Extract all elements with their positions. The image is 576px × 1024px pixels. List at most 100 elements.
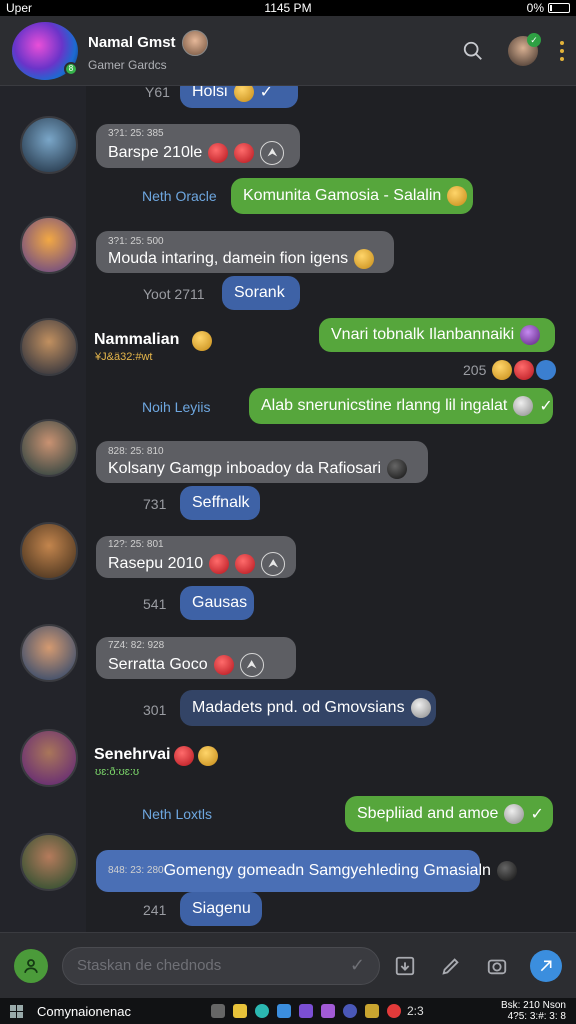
chat-header: 8 Namal Gmst Gamer Gardcs ✓ [0, 16, 576, 86]
tray-app-icon[interactable] [232, 1004, 247, 1018]
message-meta: 12?: 25: 801 [108, 538, 164, 550]
profile-avatar[interactable]: ✓ [508, 32, 541, 66]
tray-app-icon[interactable] [364, 1004, 379, 1018]
header-titles[interactable]: Namal Gmst Gamer Gardcs [88, 29, 208, 72]
emoji-icon [504, 804, 525, 824]
emoji-icon [354, 248, 375, 269]
avatar[interactable] [20, 833, 78, 891]
avatar[interactable] [20, 419, 78, 477]
sender-name: Neth Oracle [142, 188, 217, 204]
message-bubble[interactable]: Holsi ✓ [180, 86, 298, 108]
message-bubble[interactable]: 12?: 25: 801 Rasepu 2010 ⮝ [96, 536, 296, 578]
emoji-icon [496, 861, 517, 881]
message-timestamp: 241 [143, 902, 167, 918]
message-text: Holsi [192, 86, 228, 100]
message-text: Barspe 210le [108, 143, 203, 161]
status-right: 0% [527, 1, 570, 15]
send-icon[interactable] [530, 949, 562, 982]
emoji-icon [514, 360, 534, 380]
message-bubble[interactable]: Gausas [180, 586, 254, 620]
taskbar-label[interactable]: Comynaionenac [37, 1004, 131, 1019]
message-text: Vnari tobnalk Ilanbannaiki [331, 326, 515, 343]
message-bubble[interactable]: 3?1: 25: 500 Mouda intaring, damein fion… [96, 231, 394, 273]
message-bubble[interactable]: 828: 25: 810 Kolsany Gamgp inboadoy da R… [96, 441, 428, 483]
sender-name: Neth Loxtls [142, 806, 213, 822]
sender-name: Noih Leyiis [142, 399, 211, 415]
message-text: Komunita Gamosia - Salalin [243, 187, 442, 204]
message-input-wrapper[interactable]: ✓ [62, 946, 380, 985]
battery-percent: 0% [526, 1, 544, 15]
camera-icon[interactable] [484, 953, 510, 979]
message-text: Sorank [234, 284, 285, 301]
emoji-icon [174, 746, 194, 766]
composer-actions [392, 949, 562, 982]
message-bubble[interactable]: Vnari tobnalk Ilanbannaiki [319, 318, 555, 352]
message-bubble[interactable]: Sorank [222, 276, 300, 310]
chat-messages[interactable]: Y61 Holsi ✓ 3?1: 25: 385 Barspe 210le ⮝ Ne… [0, 86, 576, 932]
windows-icon[interactable] [10, 1004, 23, 1018]
avatar[interactable] [20, 624, 78, 682]
tray-app-icon[interactable] [320, 1004, 335, 1018]
message-meta: 3?1: 25: 500 [108, 235, 164, 247]
message-bubble[interactable]: Komunita Gamosia - Salalin [231, 178, 473, 214]
check-icon[interactable]: ✓ [350, 955, 365, 976]
tray-app-icon[interactable] [276, 1004, 291, 1018]
clock-line-1: Bsk: 210 Nson [500, 1000, 566, 1011]
message-bubble[interactable]: Madadets pnd. od Gmovsians [180, 690, 436, 726]
navigation-icon[interactable]: ⮝ [239, 652, 264, 677]
message-bubble[interactable]: 848: 23: 280 Gomengy gomeadn Samgyehledi… [96, 850, 517, 892]
user-icon[interactable] [14, 948, 48, 983]
tray-app-icon[interactable] [342, 1004, 357, 1018]
message-text: Alab snerunicstine rlanng lil ingalat [261, 397, 508, 414]
emoji-icon [410, 698, 431, 718]
battery-icon [548, 3, 570, 13]
online-indicator-icon: 8 [64, 61, 78, 76]
pen-icon[interactable] [438, 953, 464, 979]
tray-app-icon[interactable] [386, 1004, 401, 1018]
chat-subtitle: Gamer Gardcs [88, 57, 167, 72]
emoji-icon [387, 458, 408, 479]
search-icon[interactable] [460, 38, 486, 64]
message-text: Mouda intaring, damein fion igens [108, 249, 349, 267]
emoji-icon [492, 360, 512, 380]
message-input[interactable] [77, 957, 350, 974]
emoji-icon [209, 553, 230, 574]
avatar[interactable] [20, 729, 78, 787]
taskbar: Comynaionenac 2:3 Bsk: 210 Nson 4?5: 3:#… [0, 998, 576, 1024]
group-avatar[interactable]: 8 [12, 21, 78, 80]
message-meta: 828: 25: 810 [108, 445, 164, 457]
avatar[interactable] [20, 116, 78, 174]
taskbar-clock[interactable]: Bsk: 210 Nson 4?5: 3:#: 3: 8 [501, 1000, 566, 1022]
avatar-rail [0, 86, 86, 932]
taskbar-tray: 2:3 [203, 1004, 424, 1018]
message-bubble[interactable]: 7Z4: 82: 928 Serratta Goco ⮝ [96, 637, 296, 679]
tray-app-icon[interactable] [298, 1004, 313, 1018]
emoji-icon [513, 396, 534, 416]
message-text: Seffnalk [192, 494, 250, 511]
emoji-icon [192, 331, 212, 351]
message-bubble[interactable]: Seffnalk [180, 486, 260, 520]
clock-line-2: 4?5: 3:#: 3: 8 [507, 1011, 566, 1022]
tray-app-icon[interactable] [210, 1004, 225, 1018]
avatar[interactable] [20, 318, 78, 376]
message-bubble[interactable]: Alab snerunicstine rlanng lil ingalat ✓ [249, 388, 553, 424]
header-actions: ✓ [460, 32, 564, 66]
check-icon: ✓ [530, 806, 544, 823]
tray-app-icon[interactable] [254, 1004, 269, 1018]
navigation-icon[interactable]: ⮝ [261, 551, 286, 576]
message-timestamp: 301 [143, 702, 167, 718]
carrier-label: Uper [6, 1, 33, 15]
message-text: Gomengy gomeadn Samgyehleding Gmasialn [163, 862, 491, 879]
message-text: Kolsany Gamgp inboadoy da Rafiosari [108, 459, 382, 477]
avatar[interactable] [20, 216, 78, 274]
message-bubble[interactable]: Siagenu [180, 892, 262, 926]
avatar[interactable] [20, 522, 78, 580]
message-bubble[interactable]: Sbepliiad and amoe ✓ [345, 796, 553, 832]
message-bubble[interactable]: 3?1: 25: 385 Barspe 210le ⮝ [96, 124, 300, 168]
save-icon[interactable] [392, 953, 418, 979]
title-avatar [181, 29, 208, 56]
more-vertical-icon[interactable] [560, 40, 564, 61]
navigation-icon[interactable]: ⮝ [260, 140, 285, 165]
emoji-icon [234, 142, 255, 163]
status-bar: Uper 1145 PM 0% [0, 0, 576, 16]
